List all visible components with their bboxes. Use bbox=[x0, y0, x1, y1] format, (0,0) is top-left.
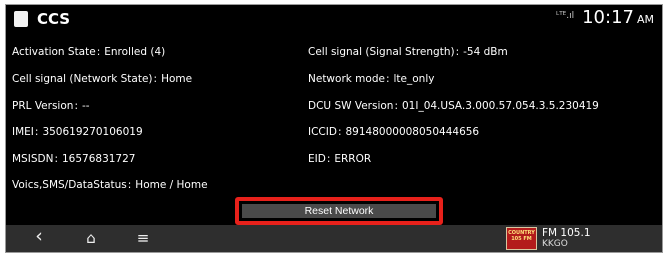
info-network-state: Cell signal (Network State): Home bbox=[12, 73, 193, 85]
info-value: ERROR bbox=[334, 153, 372, 165]
info-value: 16576831727 bbox=[61, 153, 136, 165]
info-iccid: ICCID: 89148000008050444656 bbox=[308, 126, 480, 138]
app-icon bbox=[14, 11, 28, 27]
info-label: IMEI bbox=[12, 126, 34, 138]
bottom-bar: ‹ ⌂ ≡ COUNTRY 105 FM FM 105.1 KKGO bbox=[6, 225, 662, 252]
info-label: Activation State bbox=[12, 46, 96, 58]
info-network-mode: Network mode: lte_only bbox=[308, 73, 435, 85]
top-bar: CCS ᴸᵀᴱ.ıl 10:17 AM bbox=[6, 5, 662, 35]
info-value: lte_only bbox=[393, 73, 435, 85]
info-label: Cell signal (Signal Strength) bbox=[308, 46, 455, 58]
radio-station-logo[interactable]: COUNTRY 105 FM bbox=[506, 227, 537, 250]
info-label: PRL Version bbox=[12, 100, 74, 112]
info-data-status: Voics,SMS/DataStatus: Home / Home bbox=[12, 179, 208, 191]
info-label: Voics,SMS/DataStatus bbox=[12, 179, 127, 191]
info-msisdn: MSISDN: 16576831727 bbox=[12, 153, 136, 165]
menu-icon[interactable]: ≡ bbox=[132, 229, 154, 247]
info-value: Enrolled (4) bbox=[104, 46, 166, 58]
radio-station-name: KKGO bbox=[542, 239, 568, 249]
reset-network-highlight: Reset Network bbox=[235, 197, 443, 225]
info-label: MSISDN bbox=[12, 153, 54, 165]
info-value: Home bbox=[161, 73, 193, 85]
info-value: -- bbox=[81, 100, 90, 112]
ccs-screen: CCS ᴸᵀᴱ.ıl 10:17 AM Activation State: Enr… bbox=[5, 4, 663, 253]
info-label: Cell signal (Network State) bbox=[12, 73, 153, 85]
info-signal-strength: Cell signal (Signal Strength): -54 dBm bbox=[308, 46, 508, 58]
info-dcu-sw-version: DCU SW Version: 01I_04.USA.3.000.57.054.3… bbox=[308, 100, 599, 112]
back-icon[interactable]: ‹ bbox=[28, 225, 50, 247]
info-value: 350619270106019 bbox=[42, 126, 143, 138]
info-prl-version: PRL Version: -- bbox=[12, 100, 90, 112]
info-eid: EID: ERROR bbox=[308, 153, 372, 165]
info-label: ICCID bbox=[308, 126, 337, 138]
signal-lte-icon: ᴸᵀᴱ.ıl bbox=[556, 11, 575, 21]
info-value: Home / Home bbox=[135, 179, 208, 191]
clock-ampm: AM bbox=[636, 13, 654, 26]
radio-frequency[interactable]: FM 105.1 bbox=[542, 227, 591, 239]
info-value: -54 dBm bbox=[463, 46, 508, 58]
info-label: DCU SW Version bbox=[308, 100, 394, 112]
clock-time: 10:17 bbox=[582, 7, 634, 28]
info-label: EID bbox=[308, 153, 326, 165]
app-title: CCS bbox=[37, 10, 71, 28]
info-value: 89148000008050444656 bbox=[345, 126, 480, 138]
info-label: Network mode bbox=[308, 73, 385, 85]
reset-network-button[interactable]: Reset Network bbox=[242, 204, 436, 218]
home-icon[interactable]: ⌂ bbox=[80, 229, 102, 247]
info-activation-state: Activation State: Enrolled (4) bbox=[12, 46, 166, 58]
info-imei: IMEI: 350619270106019 bbox=[12, 126, 143, 138]
status-area: ᴸᵀᴱ.ıl 10:17 AM bbox=[556, 7, 654, 31]
info-value: 01I_04.USA.3.000.57.054.3.5.230419 bbox=[401, 100, 599, 112]
